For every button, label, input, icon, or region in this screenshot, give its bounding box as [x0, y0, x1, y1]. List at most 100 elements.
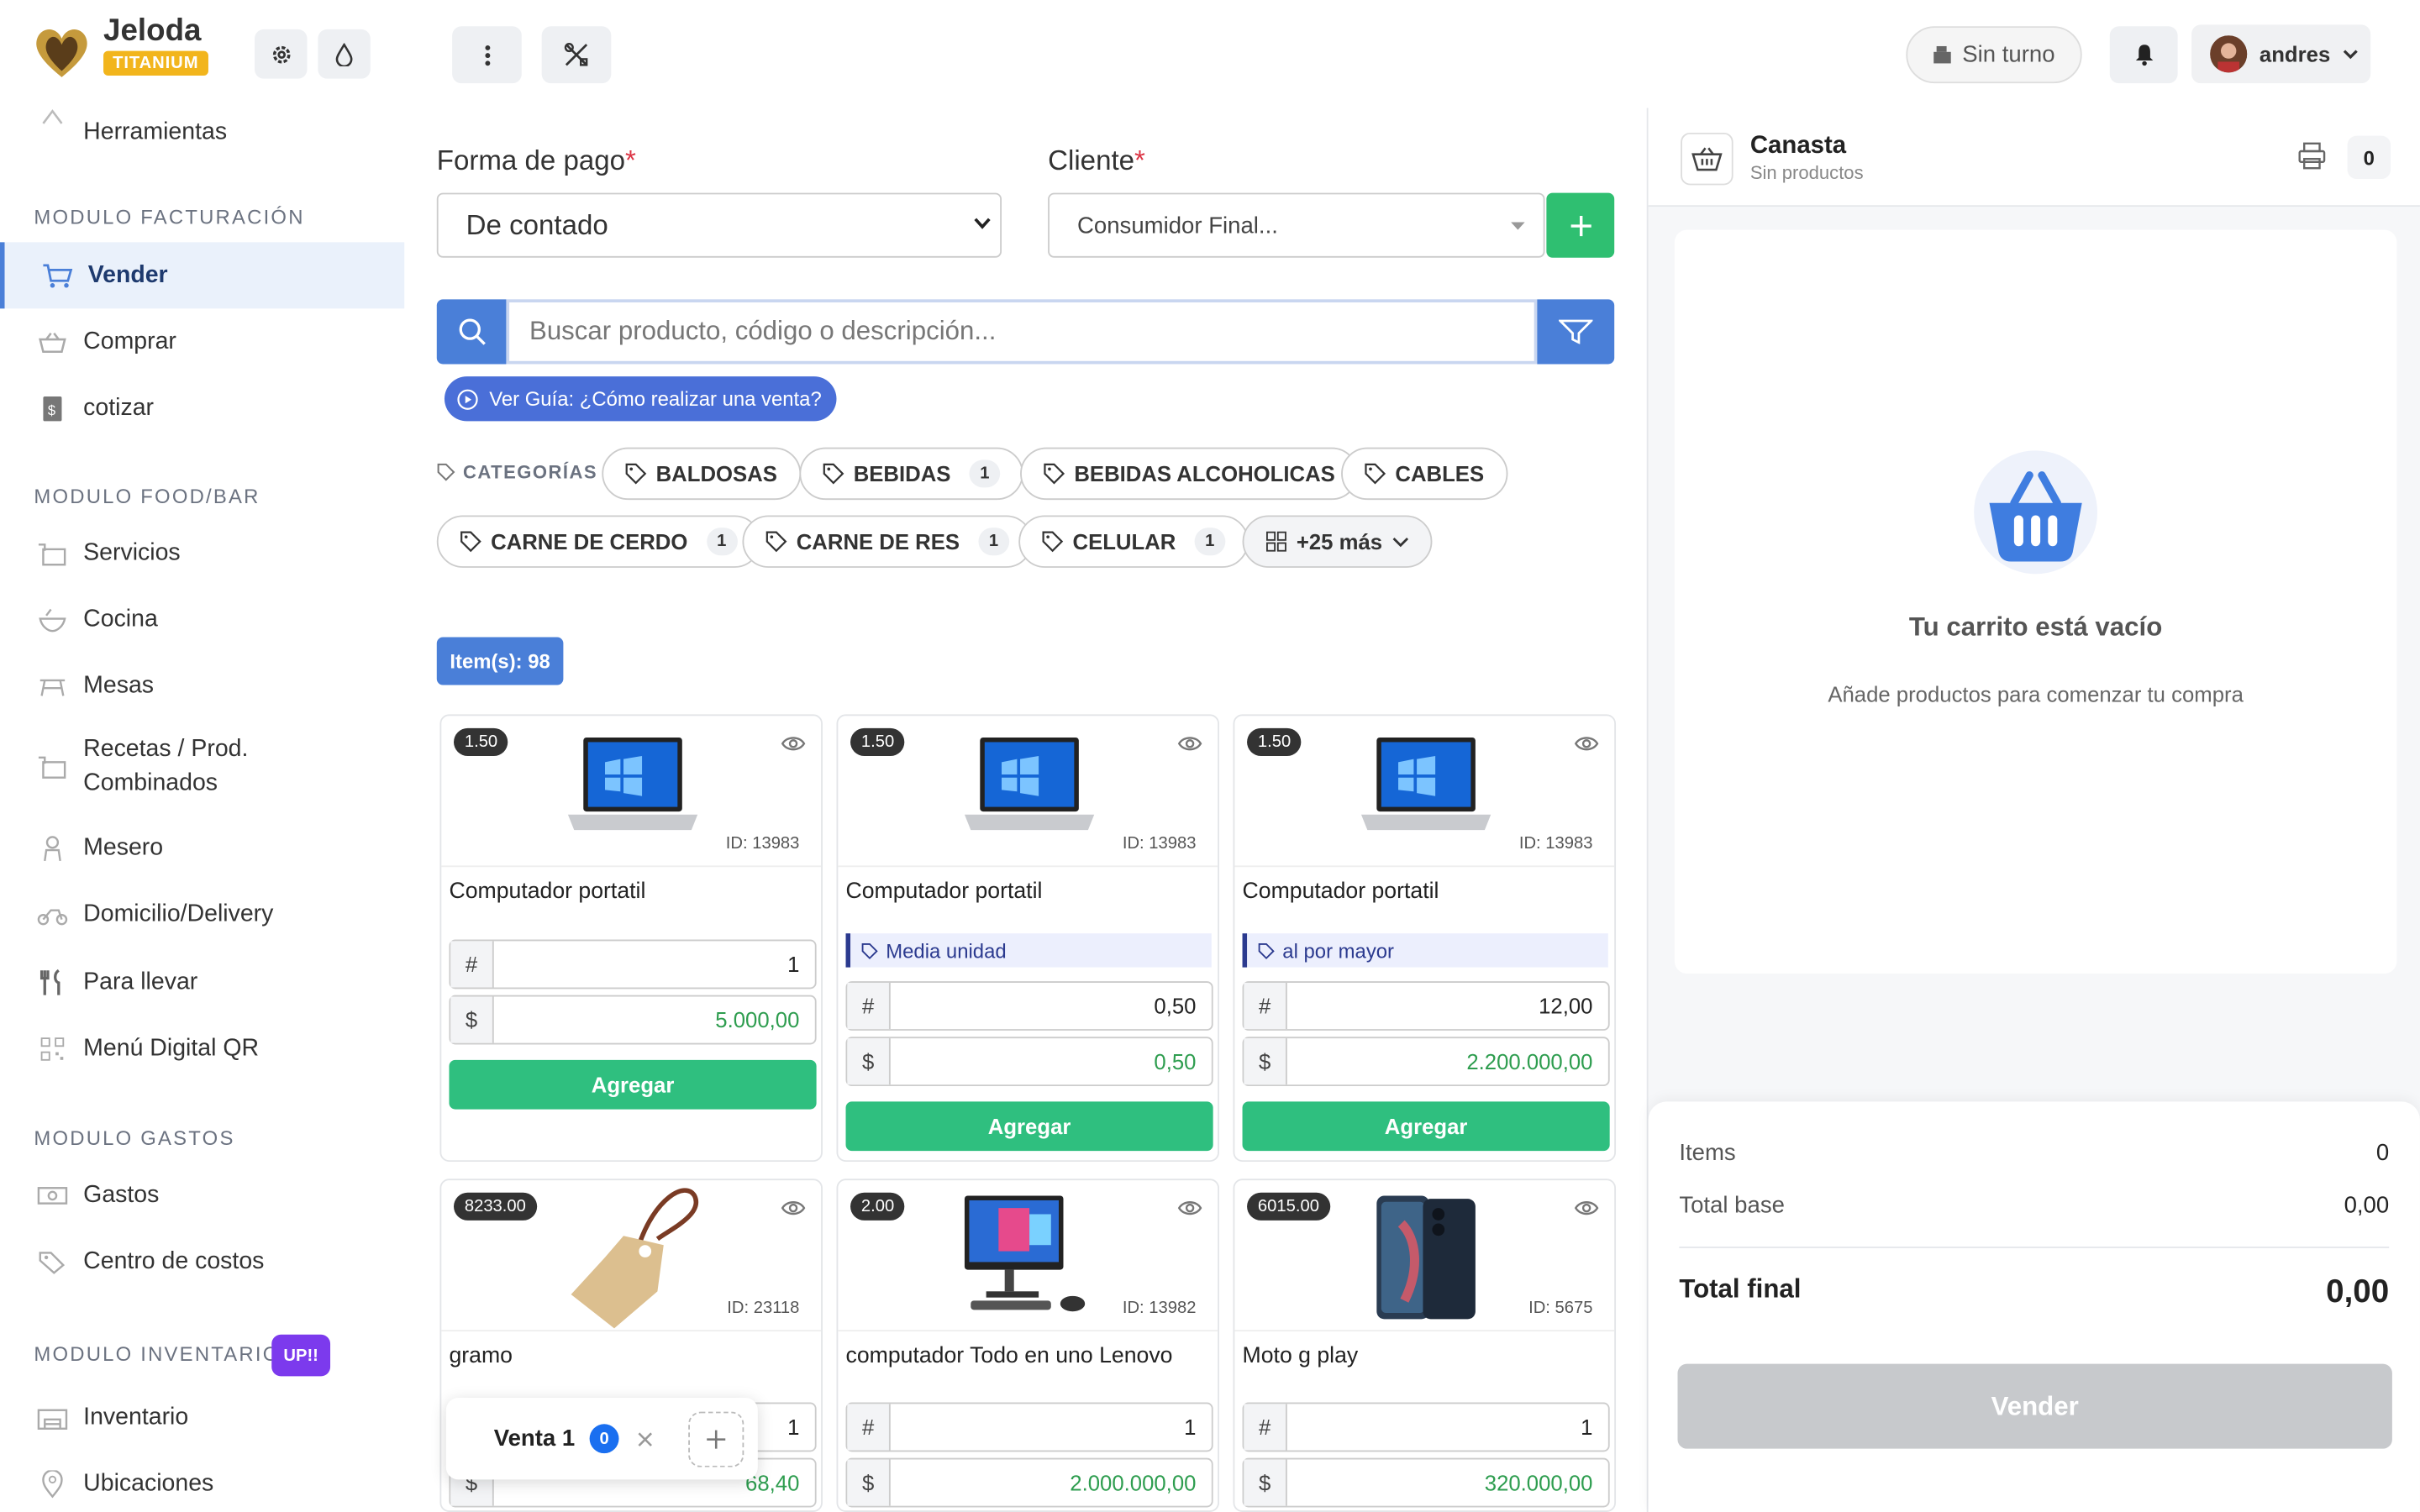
- chevron-down-icon: [974, 218, 991, 229]
- category-chip[interactable]: BALDOSAS: [602, 447, 801, 501]
- qty-prefix: #: [1244, 1404, 1287, 1451]
- sidebar-item-vender[interactable]: Vender: [0, 242, 405, 309]
- section-title-facturacion: MODULO FACTURACIÓN: [34, 205, 305, 228]
- empty-cart-text: Añade productos para comenzar tu compra: [1828, 681, 2244, 707]
- tag-icon: [1044, 463, 1065, 485]
- price-field[interactable]: $0,50: [845, 1037, 1213, 1087]
- guide-button[interactable]: Ver Guía: ¿Cómo realizar una venta?: [444, 376, 838, 422]
- add-button[interactable]: Agregar: [845, 1101, 1213, 1152]
- warehouse-icon: [37, 1402, 68, 1433]
- add-button[interactable]: Agregar: [449, 1059, 817, 1110]
- sidebar-item-centro-costos[interactable]: Centro de costos: [0, 1228, 404, 1294]
- printer-icon[interactable]: [2298, 142, 2326, 170]
- new-sale-button[interactable]: [688, 1411, 744, 1467]
- sidebar-item-label: Comprar: [83, 328, 176, 354]
- user-menu[interactable]: andres: [2191, 24, 2371, 84]
- sale-tab-label[interactable]: Venta 1: [494, 1425, 575, 1452]
- product-card[interactable]: 2.00 ID: 13982 computador Todo en uno Le…: [836, 1179, 1219, 1512]
- quantity-field[interactable]: #1: [1242, 1402, 1610, 1452]
- search-button[interactable]: [436, 299, 507, 365]
- price-prefix: $: [1244, 1038, 1287, 1085]
- sidebar-item-delivery[interactable]: Domicilio/Delivery: [0, 881, 404, 948]
- category-chip[interactable]: BEBIDAS 1: [799, 447, 1023, 501]
- sidebar-item-label: Servicios: [83, 538, 181, 566]
- category-chip[interactable]: CARNE DE RES 1: [742, 515, 1033, 568]
- search-input[interactable]: Buscar producto, código o descripción...: [506, 299, 1538, 365]
- product-card[interactable]: 1.50 ID: 13983 Computador portatil Media…: [836, 714, 1219, 1163]
- tools-button[interactable]: [541, 26, 612, 84]
- category-chip[interactable]: CARNE DE CERDO 1: [436, 515, 760, 568]
- product-card[interactable]: 6015.00 ID: 5675 Moto g play #1 $320.000…: [1233, 1179, 1617, 1512]
- settings-button[interactable]: [255, 29, 308, 79]
- price-value[interactable]: 2.000.000,00: [891, 1460, 1212, 1506]
- close-icon[interactable]: [638, 1431, 653, 1446]
- quantity-field[interactable]: #12,00: [1242, 981, 1610, 1031]
- payment-select[interactable]: De contado: [436, 192, 1002, 258]
- price-value[interactable]: 2.200.000,00: [1287, 1038, 1608, 1084]
- empty-cart: Tu carrito está vacío Añade productos pa…: [1674, 229, 2397, 974]
- sidebar-item-para-llevar[interactable]: Para llevar: [0, 949, 404, 1016]
- category-chip[interactable]: CABLES: [1341, 447, 1507, 501]
- quantity-field[interactable]: #1: [845, 1402, 1213, 1452]
- add-client-button[interactable]: [1546, 192, 1615, 258]
- price-value[interactable]: 0,50: [891, 1038, 1212, 1084]
- quantity-field[interactable]: #1: [449, 939, 817, 990]
- quantity-field[interactable]: #0,50: [845, 981, 1213, 1031]
- price-field[interactable]: $2.200.000,00: [1242, 1037, 1610, 1087]
- price-value[interactable]: 320.000,00: [1287, 1460, 1608, 1506]
- eye-icon[interactable]: [1574, 734, 1599, 753]
- sidebar-item-cocina[interactable]: Cocina: [0, 586, 404, 653]
- more-categories-button[interactable]: +25 más: [1242, 515, 1432, 568]
- filter-button[interactable]: [1537, 299, 1615, 365]
- client-select[interactable]: Consumidor Final...: [1048, 192, 1545, 258]
- more-options-button[interactable]: [452, 26, 522, 84]
- eye-icon[interactable]: [1574, 1199, 1599, 1217]
- logo-heart-icon[interactable]: [33, 24, 92, 80]
- notifications-button[interactable]: [2109, 26, 2178, 84]
- motorbike-icon: [37, 899, 68, 930]
- eye-icon[interactable]: [1177, 734, 1202, 753]
- quantity-value[interactable]: 12,00: [1287, 983, 1608, 1029]
- qty-prefix: #: [450, 941, 494, 988]
- sidebar-item-herramientas[interactable]: Herramientas: [0, 108, 404, 155]
- total-base-row: Total base 0,00: [1679, 1192, 2390, 1219]
- quantity-value[interactable]: 1: [1287, 1404, 1608, 1450]
- price-field[interactable]: $2.000.000,00: [845, 1457, 1213, 1508]
- laptop-image: [959, 728, 1101, 858]
- sidebar-item-inventario[interactable]: Inventario: [0, 1384, 404, 1451]
- sidebar-item-cotizar[interactable]: $ cotizar: [0, 375, 404, 441]
- theme-button[interactable]: [318, 29, 371, 79]
- shift-button[interactable]: Sin turno: [1906, 26, 2082, 84]
- eye-icon[interactable]: [781, 734, 806, 753]
- invoice-icon: $: [37, 392, 68, 423]
- sidebar-item-mesero[interactable]: Mesero: [0, 815, 404, 881]
- price-value[interactable]: 5.000,00: [494, 997, 815, 1043]
- category-chip[interactable]: BEBIDAS ALCOHOLICAS: [1020, 447, 1359, 501]
- upgrade-badge[interactable]: UP!!: [271, 1334, 331, 1377]
- sidebar-item-comprar[interactable]: Comprar: [0, 308, 404, 375]
- quantity-value[interactable]: 1: [891, 1404, 1212, 1450]
- quantity-value[interactable]: 1: [494, 941, 815, 987]
- product-id: ID: 13983: [1122, 834, 1197, 853]
- category-count: 1: [969, 459, 1001, 488]
- utensils-icon: [37, 967, 68, 998]
- sidebar-item-menu-qr[interactable]: Menú Digital QR: [0, 1016, 404, 1082]
- product-card[interactable]: 1.50 ID: 13983 Computador portatil #1 $5…: [439, 714, 823, 1163]
- sidebar-item-mesas[interactable]: Mesas: [0, 653, 404, 719]
- add-button[interactable]: Agregar: [1242, 1101, 1610, 1152]
- sidebar-item-ubicaciones[interactable]: Ubicaciones: [0, 1450, 404, 1512]
- product-card[interactable]: 1.50 ID: 13983 Computador portatil al po…: [1233, 714, 1617, 1163]
- sidebar-item-recetas[interactable]: Recetas / Prod. Combinados: [0, 723, 404, 810]
- eye-icon[interactable]: [1177, 1199, 1202, 1217]
- sell-button[interactable]: Vender: [1677, 1363, 2392, 1449]
- eye-icon[interactable]: [781, 1199, 806, 1217]
- quantity-value[interactable]: 0,50: [891, 983, 1212, 1029]
- category-chip[interactable]: CELULAR 1: [1018, 515, 1249, 568]
- qty-prefix: #: [1244, 982, 1287, 1030]
- price-field[interactable]: $320.000,00: [1242, 1457, 1610, 1508]
- bowl-icon: [37, 604, 68, 635]
- product-id: ID: 13983: [1518, 834, 1593, 853]
- sidebar-item-gastos[interactable]: Gastos: [0, 1162, 404, 1228]
- sidebar-item-servicios[interactable]: Servicios: [0, 520, 404, 586]
- price-field[interactable]: $5.000,00: [449, 995, 817, 1045]
